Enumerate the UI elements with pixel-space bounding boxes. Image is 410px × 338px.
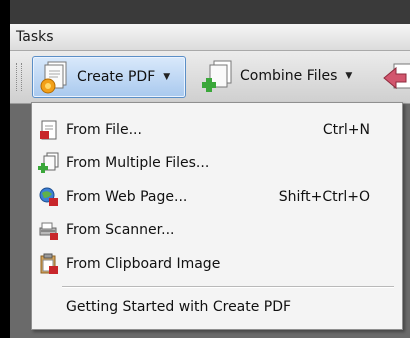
tasks-toolbar: Create PDF ▼ Combine Files ▼ (10, 51, 410, 104)
web-page-icon (39, 187, 58, 206)
title-band (10, 0, 410, 24)
menu-item-from-clipboard-image[interactable]: From Clipboard Image (36, 249, 398, 279)
tasks-title: Tasks (16, 29, 54, 45)
file-pdf-icon (40, 120, 57, 140)
menu-item-label: From Web Page... (66, 189, 188, 205)
chevron-down-icon[interactable]: ▼ (345, 71, 352, 81)
multiple-files-icon (38, 152, 59, 173)
menu-item-getting-started[interactable]: Getting Started with Create PDF (66, 292, 398, 322)
menu-item-shortcut: Shift+Ctrl+O (278, 189, 370, 205)
clipboard-icon (40, 253, 58, 274)
menu-item-shortcut: Ctrl+N (322, 122, 370, 138)
menu-separator (62, 286, 394, 288)
menu-item-from-file[interactable]: From File... Ctrl+N (36, 115, 398, 145)
export-icon (383, 63, 410, 90)
export-button[interactable] (382, 60, 410, 96)
menu-item-from-multiple-files[interactable]: From Multiple Files... (36, 148, 398, 178)
menu-item-from-scanner[interactable]: From Scanner... (36, 215, 398, 245)
create-pdf-icon (40, 61, 67, 94)
menu-item-label: From Clipboard Image (66, 256, 221, 272)
combine-files-label: Combine Files (240, 68, 338, 84)
toolbar-grip[interactable] (16, 63, 22, 91)
scanner-icon (39, 222, 58, 240)
menu-item-from-web-page[interactable]: From Web Page... Shift+Ctrl+O (36, 182, 398, 212)
create-pdf-button[interactable]: Create PDF ▼ (32, 56, 186, 98)
chevron-down-icon[interactable]: ▼ (163, 72, 170, 82)
menu-item-label: From Scanner... (66, 222, 175, 238)
tasks-panel-header: Tasks (10, 24, 410, 51)
window: Tasks Create PDF ▼ Combine Files ▼ From … (0, 0, 410, 338)
menu-item-label: From Multiple Files... (66, 155, 210, 171)
menu-item-label: From File... (66, 122, 142, 138)
create-pdf-label: Create PDF (77, 69, 156, 85)
combine-files-icon (202, 60, 232, 92)
menu-item-label: Getting Started with Create PDF (66, 299, 292, 315)
combine-files-button[interactable]: Combine Files ▼ (196, 56, 366, 96)
create-pdf-menu: From File... Ctrl+N From Multiple Files.… (31, 102, 403, 330)
